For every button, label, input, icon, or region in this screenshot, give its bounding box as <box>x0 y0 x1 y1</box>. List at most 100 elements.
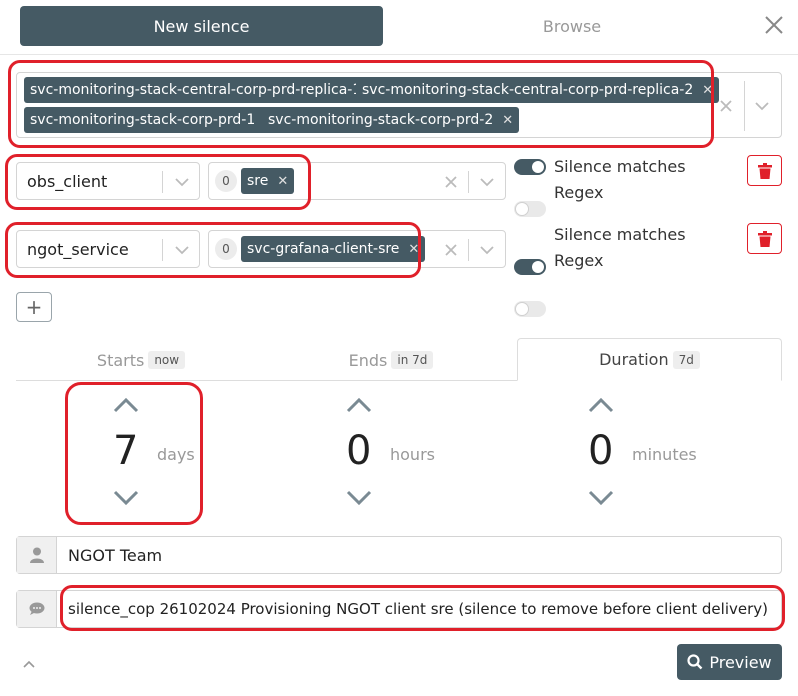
tab-ends-label: Ends <box>348 350 388 370</box>
tab-starts[interactable]: Starts now <box>16 340 266 380</box>
minutes-increment-button[interactable] <box>587 396 615 418</box>
matcher-values-select[interactable]: 0 svc-grafana-client-sre ✕ <box>208 230 506 268</box>
regex-label: Regex <box>554 183 604 202</box>
match-count-badge: 0 <box>215 238 237 260</box>
hours-increment-button[interactable] <box>345 396 373 418</box>
tab-duration-label: Duration <box>599 350 669 369</box>
select-separator <box>744 81 745 131</box>
chip-remove-icon[interactable]: ✕ <box>702 83 713 98</box>
clear-icon[interactable] <box>719 99 733 113</box>
comment-input[interactable]: silence_cop 26102024 Provisioning NGOT c… <box>57 591 781 627</box>
preview-label: Preview <box>709 652 772 672</box>
tab-browse[interactable]: Browse <box>480 6 664 46</box>
matcher-value-chip: svc-grafana-client-sre ✕ <box>241 236 426 262</box>
tab-ends[interactable]: Ends in 7d <box>266 340 516 380</box>
alertmanager-chip: svc-monitoring-stack-central-corp-prd-re… <box>356 77 720 103</box>
minutes-decrement-button[interactable] <box>587 489 615 511</box>
alertmanager-chip: svc-monitoring-stack-corp-prd-2 ✕ <box>262 107 520 133</box>
comment-field-group: silence_cop 26102024 Provisioning NGOT c… <box>16 590 782 628</box>
regex-toggle[interactable] <box>514 201 546 217</box>
chip-label: svc-grafana-client-sre <box>247 241 400 257</box>
delete-matcher-button[interactable] <box>747 223 782 254</box>
hours-unit: hours <box>390 445 435 464</box>
chevron-up-icon <box>588 397 614 413</box>
tab-new-silence[interactable]: New silence <box>20 6 383 46</box>
chevron-down-icon[interactable] <box>174 244 190 256</box>
select-separator <box>162 239 163 261</box>
minutes-value[interactable]: 0 <box>588 428 613 474</box>
tab-new-silence-label: New silence <box>153 16 250 36</box>
regex-toggle[interactable] <box>514 301 546 317</box>
close-icon[interactable] <box>762 13 786 37</box>
chevron-down-icon[interactable] <box>479 244 495 256</box>
chevron-down-icon <box>588 490 614 506</box>
tab-starts-label: Starts <box>96 350 145 370</box>
select-separator <box>468 171 469 193</box>
search-icon <box>687 654 703 670</box>
chevron-down-icon[interactable] <box>174 176 190 188</box>
days-decrement-button[interactable] <box>112 489 140 511</box>
chevron-down-icon[interactable] <box>754 100 770 112</box>
author-field-group: NGOT Team <box>16 536 782 574</box>
add-matcher-label: + <box>25 295 43 319</box>
days-value[interactable]: 7 <box>113 428 138 474</box>
duration-badge: 7d <box>672 350 700 369</box>
chip-label: svc-monitoring-stack-central-corp-prd-re… <box>362 82 694 98</box>
clear-icon[interactable] <box>444 175 458 189</box>
days-unit: days <box>157 445 195 464</box>
tab-duration[interactable]: Duration 7d <box>517 338 782 381</box>
user-icon <box>17 537 57 573</box>
collapse-button[interactable] <box>22 655 36 673</box>
minutes-unit: minutes <box>632 445 697 464</box>
chevron-down-icon <box>346 490 372 506</box>
tab-browse-label: Browse <box>542 16 602 36</box>
author-input[interactable]: NGOT Team <box>57 537 781 573</box>
chip-label: svc-monitoring-stack-corp-prd-2 <box>268 112 494 128</box>
chevron-down-icon <box>113 490 139 506</box>
chip-label: svc-monitoring-stack-central-corp-prd-re… <box>30 82 362 98</box>
regex-label: Regex <box>554 251 604 270</box>
hours-value[interactable]: 0 <box>346 428 371 474</box>
starts-badge: now <box>148 351 186 369</box>
chevron-up-icon <box>113 397 139 413</box>
chevron-up-icon <box>346 397 372 413</box>
comment-icon <box>17 591 57 627</box>
author-value: NGOT Team <box>68 545 163 565</box>
preview-button[interactable]: Preview <box>677 644 782 680</box>
delete-matcher-button[interactable] <box>747 155 782 186</box>
chevron-up-icon <box>23 660 35 668</box>
silence-matches-label: Silence matches <box>554 225 686 244</box>
matcher-values-select[interactable]: 0 sre ✕ <box>208 162 506 200</box>
ends-badge: in 7d <box>391 351 434 369</box>
tabs-baseline <box>16 380 517 381</box>
chip-remove-icon[interactable]: ✕ <box>408 242 419 257</box>
match-count: 0 <box>222 242 230 256</box>
header-divider <box>0 54 798 55</box>
hours-decrement-button[interactable] <box>345 489 373 511</box>
chip-remove-icon[interactable]: ✕ <box>502 113 513 128</box>
matcher-value-chip: sre ✕ <box>241 168 295 194</box>
chip-label: sre <box>247 173 269 189</box>
matcher-label-select[interactable]: ngot_service <box>16 230 200 268</box>
clear-icon[interactable] <box>444 243 458 257</box>
silence-matches-label: Silence matches <box>554 157 686 176</box>
trash-icon <box>757 230 772 247</box>
alertmanager-chip: svc-monitoring-stack-central-corp-prd-re… <box>24 77 388 103</box>
silence-matches-toggle[interactable] <box>514 259 546 275</box>
chevron-down-icon[interactable] <box>479 176 495 188</box>
alertmanager-chip: svc-monitoring-stack-corp-prd-1 ✕ <box>24 107 282 133</box>
comment-value: silence_cop 26102024 Provisioning NGOT c… <box>68 600 768 618</box>
trash-icon <box>757 162 772 179</box>
silence-matches-toggle[interactable] <box>514 159 546 175</box>
add-matcher-button[interactable]: + <box>16 292 52 322</box>
days-increment-button[interactable] <box>112 396 140 418</box>
select-separator <box>468 239 469 261</box>
matcher-label-value: ngot_service <box>27 240 129 259</box>
matcher-label-value: obs_client <box>27 172 108 191</box>
alertmanager-select[interactable]: svc-monitoring-stack-central-corp-prd-re… <box>16 72 782 138</box>
match-count-badge: 0 <box>215 170 237 192</box>
match-count: 0 <box>222 174 230 188</box>
select-separator <box>162 171 163 193</box>
chip-remove-icon[interactable]: ✕ <box>277 174 288 189</box>
matcher-label-select[interactable]: obs_client <box>16 162 200 200</box>
